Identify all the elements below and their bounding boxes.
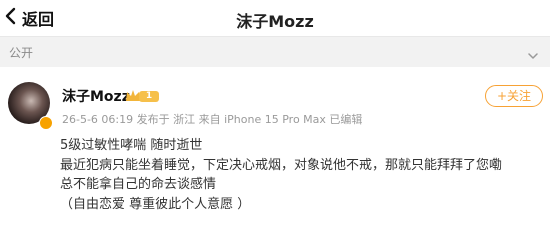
top-bar: 返回 沫子Mozz [0, 0, 550, 36]
post-meta: 26-5-6 06:19 发布于 浙江 来自 iPhone 15 Pro Max… [62, 113, 363, 126]
follow-button[interactable]: +关注 [485, 85, 543, 107]
verified-badge-icon [39, 116, 53, 130]
post-line: 最近犯病只能坐着睡觉，下定决心戒烟，对象说他不戒，那就只能拜拜了您嘞 [60, 157, 503, 173]
username[interactable]: 沫子Mozz [62, 86, 130, 106]
post-line: （自由恋爱 尊重彼此个人意愿 ） [60, 196, 251, 212]
visibility-label: 公开 [9, 46, 34, 60]
post-body: 5级过敏性哮喘 随时逝世 最近犯病只能坐着睡觉，下定决心戒烟，对象说他不戒，那就… [60, 136, 502, 214]
visibility-section[interactable]: 公开 [0, 37, 550, 67]
level-badge: 1 [139, 91, 159, 102]
post-line: 总不能拿自己的命去谈感情 [60, 177, 217, 192]
post-line: 5级过敏性哮喘 随时逝世 [60, 138, 203, 153]
chevron-down-icon[interactable] [528, 46, 538, 59]
page-title: 沫子Mozz [236, 12, 314, 31]
